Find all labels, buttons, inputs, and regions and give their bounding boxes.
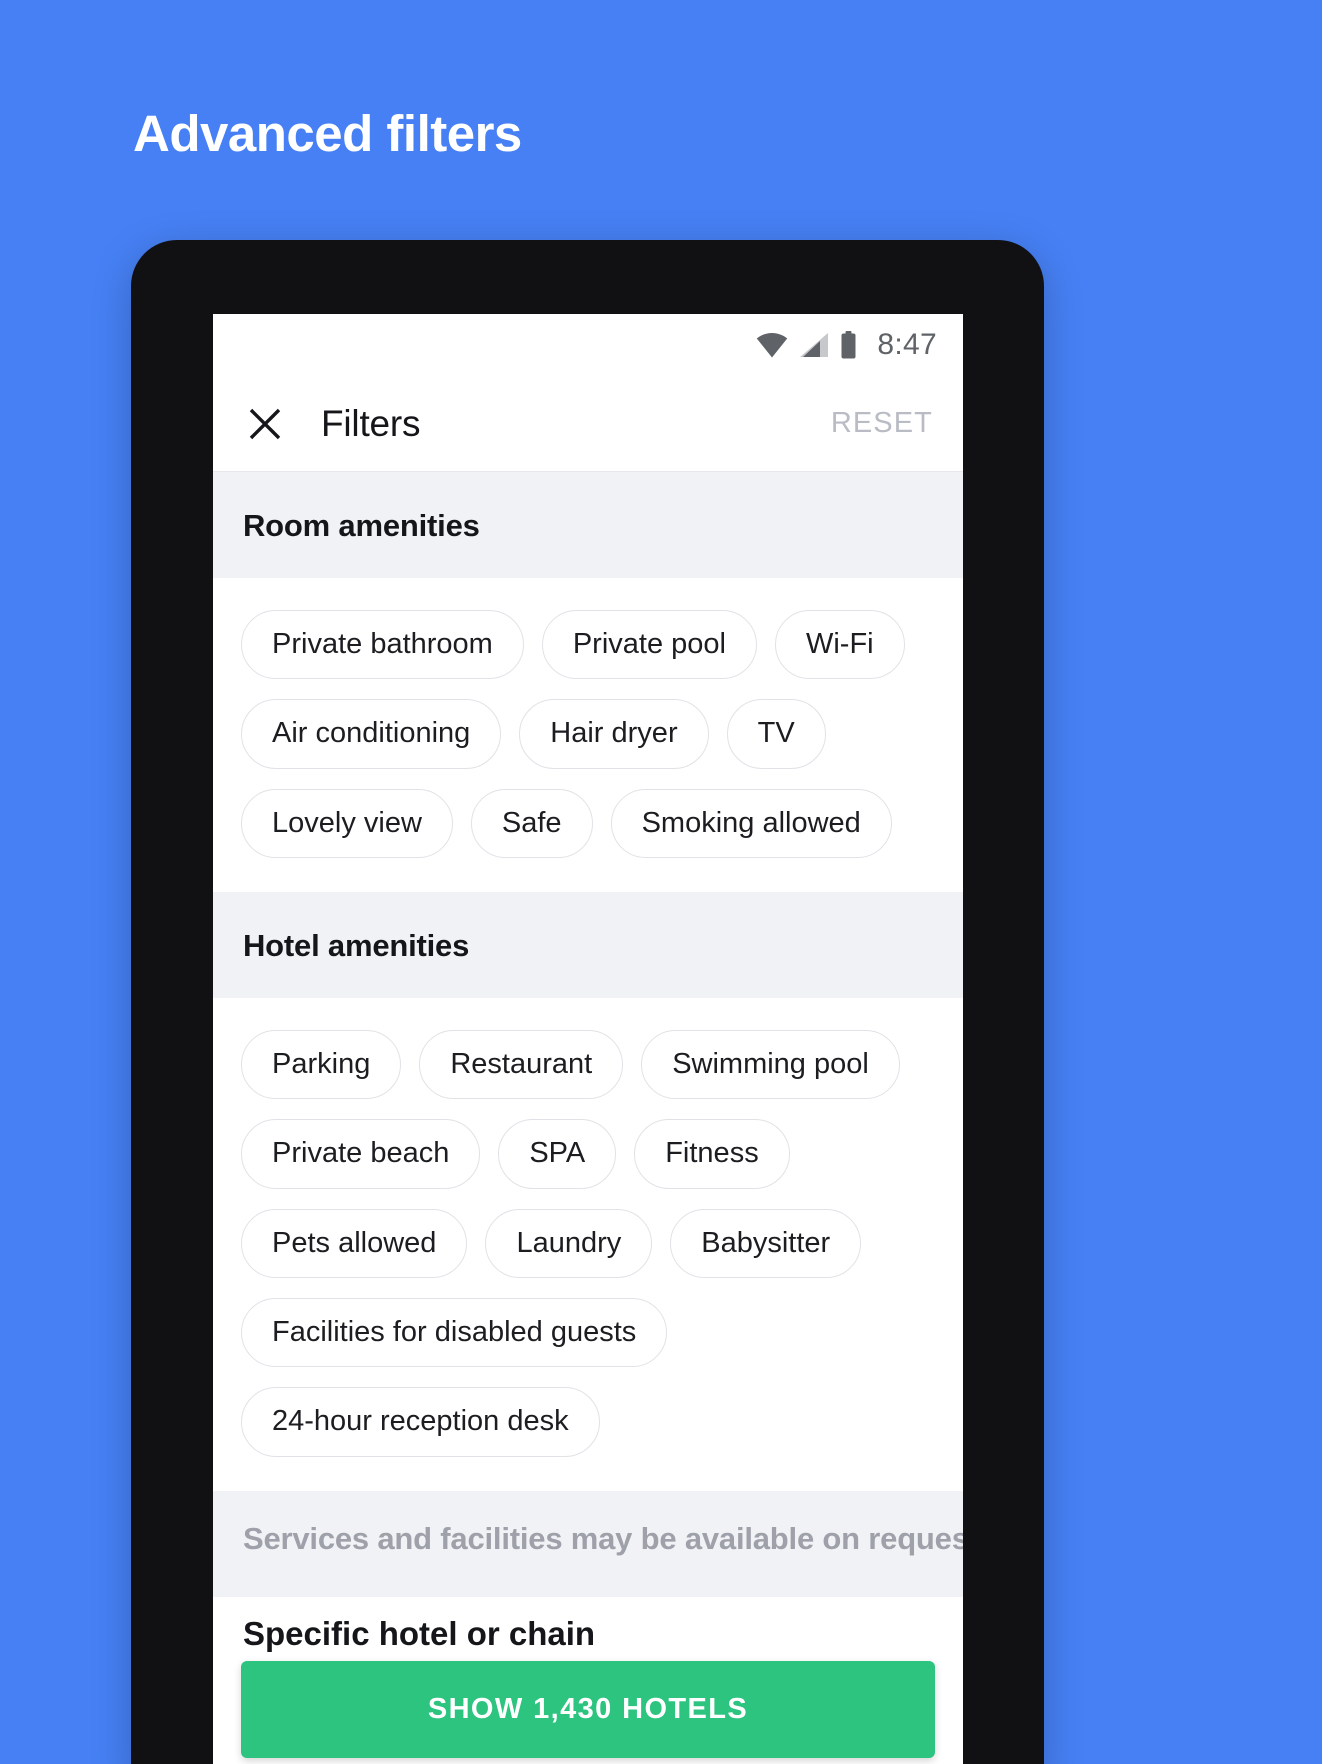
filter-chip[interactable]: Private beach bbox=[241, 1119, 481, 1189]
filter-chip[interactable]: Wi-Fi bbox=[774, 610, 905, 680]
filter-chip[interactable]: 24-hour reception desk bbox=[241, 1387, 600, 1457]
filter-chip[interactable]: Safe bbox=[470, 788, 593, 858]
reset-button[interactable]: RESET bbox=[827, 399, 937, 448]
phone-device-frame: 8:47 Filters RESET Room amenities Privat… bbox=[131, 240, 1044, 1764]
status-bar: 8:47 bbox=[213, 314, 963, 376]
app-bar-title: Filters bbox=[321, 402, 421, 444]
filter-chip[interactable]: Facilities for disabled guests bbox=[241, 1297, 668, 1368]
cellular-signal-icon bbox=[799, 332, 829, 358]
chip-group-room-amenities: Private bathroom Private pool Wi-Fi Air … bbox=[213, 578, 963, 892]
close-icon[interactable] bbox=[243, 402, 287, 446]
status-bar-time: 8:47 bbox=[877, 328, 937, 361]
filter-chip[interactable]: Fitness bbox=[634, 1119, 790, 1189]
filter-chip[interactable]: Smoking allowed bbox=[610, 788, 892, 858]
filter-chip[interactable]: Parking bbox=[241, 1029, 402, 1100]
filter-chip[interactable]: Swimming pool bbox=[641, 1029, 900, 1100]
services-availability-note: Services and facilities may be available… bbox=[213, 1490, 963, 1597]
filter-chip[interactable]: Pets allowed bbox=[241, 1208, 468, 1278]
section-header-hotel-amenities: Hotel amenities bbox=[213, 891, 963, 998]
page-title: Advanced filters bbox=[133, 105, 522, 162]
filter-chip[interactable]: Restaurant bbox=[419, 1029, 624, 1100]
filter-chip[interactable]: Babysitter bbox=[670, 1208, 862, 1278]
filter-chip[interactable]: Private bathroom bbox=[241, 610, 524, 680]
filter-chip[interactable]: Private pool bbox=[541, 610, 757, 680]
filter-chip[interactable]: TV bbox=[726, 699, 826, 769]
battery-icon bbox=[840, 331, 857, 359]
chip-group-hotel-amenities: Parking Restaurant Swimming pool Private… bbox=[213, 997, 963, 1491]
phone-screen: 8:47 Filters RESET Room amenities Privat… bbox=[213, 314, 963, 1764]
wifi-icon bbox=[756, 332, 788, 358]
section-header-room-amenities: Room amenities bbox=[213, 472, 963, 578]
filter-chip[interactable]: Lovely view bbox=[241, 788, 453, 858]
filter-chip[interactable]: Air conditioning bbox=[241, 699, 502, 769]
app-bar: Filters RESET bbox=[213, 376, 963, 472]
show-hotels-button[interactable]: SHOW 1,430 HOTELS bbox=[241, 1661, 935, 1758]
filters-scroll-content[interactable]: Room amenities Private bathroom Private … bbox=[213, 472, 963, 1764]
filter-chip[interactable]: SPA bbox=[498, 1119, 617, 1189]
filter-chip[interactable]: Laundry bbox=[485, 1208, 653, 1278]
filter-chip[interactable]: Hair dryer bbox=[519, 699, 709, 769]
